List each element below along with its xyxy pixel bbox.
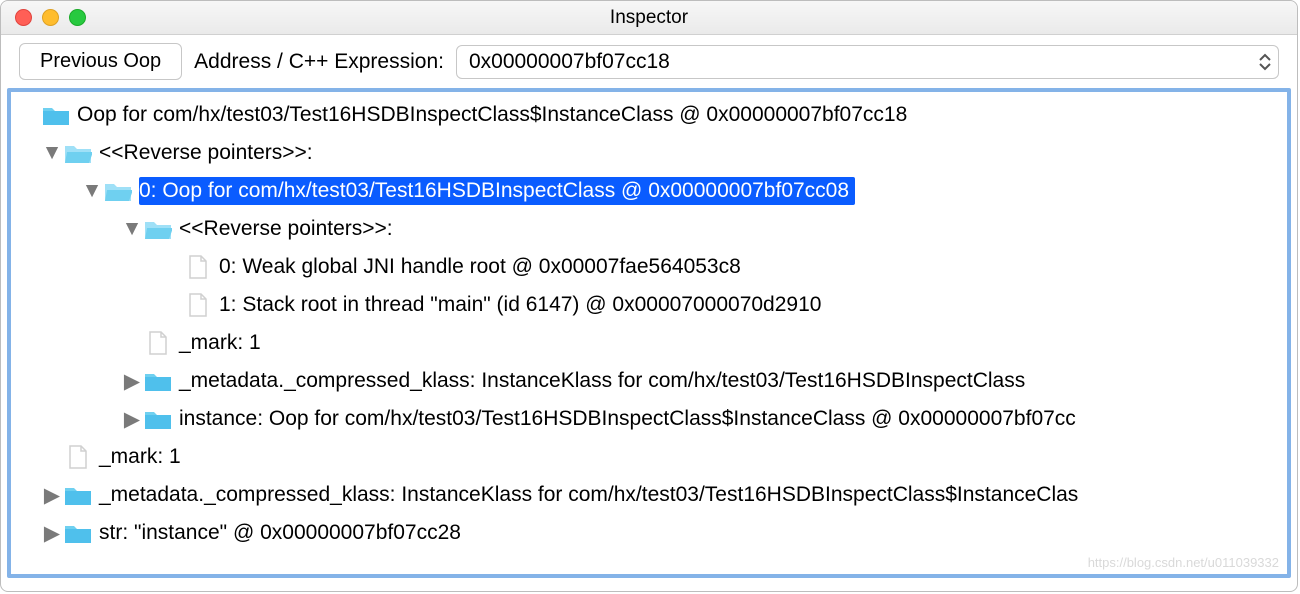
previous-oop-button[interactable]: Previous Oop — [19, 43, 182, 80]
file-icon — [63, 445, 93, 469]
tree-row-instance-inner[interactable]: ▶ instance: Oop for com/hx/test03/Test16… — [19, 400, 1287, 438]
minimize-icon[interactable] — [42, 9, 59, 26]
watermark: https://blog.csdn.net/u011039332 — [1088, 555, 1279, 570]
tree-label: Oop for com/hx/test03/Test16HSDBInspectC… — [77, 103, 907, 127]
address-stepper[interactable] — [1258, 52, 1272, 72]
chevron-down-icon[interactable] — [1258, 62, 1272, 72]
folder-icon — [143, 369, 173, 393]
tree-row-leaf[interactable]: ▶ 0: Weak global JNI handle root @ 0x000… — [19, 248, 1287, 286]
traffic-lights — [1, 9, 86, 26]
chevron-up-icon[interactable] — [1258, 52, 1272, 62]
tree-row-item0-revptrs[interactable]: ▼ <<Reverse pointers>>: — [19, 210, 1287, 248]
tree-label: <<Reverse pointers>>: — [99, 141, 313, 165]
tree-label: _mark: 1 — [99, 445, 181, 469]
folder-open-icon — [103, 179, 133, 203]
inspector-window: Inspector Previous Oop Address / C++ Exp… — [0, 0, 1298, 592]
tree-label: 0: Weak global JNI handle root @ 0x00007… — [219, 255, 741, 279]
disclosure-triangle-open[interactable]: ▼ — [81, 179, 103, 203]
disclosure-triangle-closed[interactable]: ▶ — [121, 369, 143, 394]
address-label: Address / C++ Expression: — [194, 50, 444, 74]
tree-label: _metadata._compressed_klass: InstanceKla… — [99, 483, 1078, 507]
tree-row-str[interactable]: ▶ str: "instance" @ 0x00000007bf07cc28 — [19, 514, 1287, 552]
tree-row-revptrs[interactable]: ▼ <<Reverse pointers>>: — [19, 134, 1287, 172]
tree[interactable]: ▶ Oop for com/hx/test03/Test16HSDBInspec… — [11, 92, 1287, 556]
tree-row-mark-inner[interactable]: ▶ _mark: 1 — [19, 324, 1287, 362]
tree-label: 1: Stack root in thread "main" (id 6147)… — [219, 293, 821, 317]
titlebar: Inspector — [1, 1, 1297, 35]
address-input[interactable] — [469, 50, 1258, 74]
tree-row-item0[interactable]: ▼ 0: Oop for com/hx/test03/Test16HSDBIns… — [19, 172, 1287, 210]
tree-label: instance: Oop for com/hx/test03/Test16HS… — [179, 407, 1076, 431]
disclosure-triangle-open[interactable]: ▼ — [41, 141, 63, 165]
folder-icon — [41, 103, 71, 127]
tree-label: _metadata._compressed_klass: InstanceKla… — [179, 369, 1025, 393]
folder-icon — [143, 407, 173, 431]
disclosure-triangle-closed[interactable]: ▶ — [41, 483, 63, 508]
folder-icon — [63, 521, 93, 545]
file-icon — [143, 331, 173, 355]
tree-row-leaf[interactable]: ▶ 1: Stack root in thread "main" (id 614… — [19, 286, 1287, 324]
tree-panel: ▶ Oop for com/hx/test03/Test16HSDBInspec… — [7, 88, 1291, 578]
address-field[interactable] — [456, 45, 1279, 79]
tree-label: _mark: 1 — [179, 331, 261, 355]
close-icon[interactable] — [15, 9, 32, 26]
tree-row-meta[interactable]: ▶ _metadata._compressed_klass: InstanceK… — [19, 476, 1287, 514]
tree-label-selected: 0: Oop for com/hx/test03/Test16HSDBInspe… — [139, 177, 855, 205]
disclosure-triangle-open[interactable]: ▼ — [121, 217, 143, 241]
folder-icon — [63, 483, 93, 507]
tree-row-root[interactable]: ▶ Oop for com/hx/test03/Test16HSDBInspec… — [19, 96, 1287, 134]
disclosure-triangle-closed[interactable]: ▶ — [41, 521, 63, 546]
file-icon — [183, 293, 213, 317]
tree-row-meta-inner[interactable]: ▶ _metadata._compressed_klass: InstanceK… — [19, 362, 1287, 400]
maximize-icon[interactable] — [69, 9, 86, 26]
window-title: Inspector — [1, 7, 1297, 29]
toolbar: Previous Oop Address / C++ Expression: — [1, 35, 1297, 88]
tree-row-mark[interactable]: ▶ _mark: 1 — [19, 438, 1287, 476]
folder-open-icon — [63, 141, 93, 165]
tree-label: <<Reverse pointers>>: — [179, 217, 393, 241]
tree-label: str: "instance" @ 0x00000007bf07cc28 — [99, 521, 461, 545]
folder-open-icon — [143, 217, 173, 241]
disclosure-triangle-closed[interactable]: ▶ — [121, 407, 143, 432]
file-icon — [183, 255, 213, 279]
